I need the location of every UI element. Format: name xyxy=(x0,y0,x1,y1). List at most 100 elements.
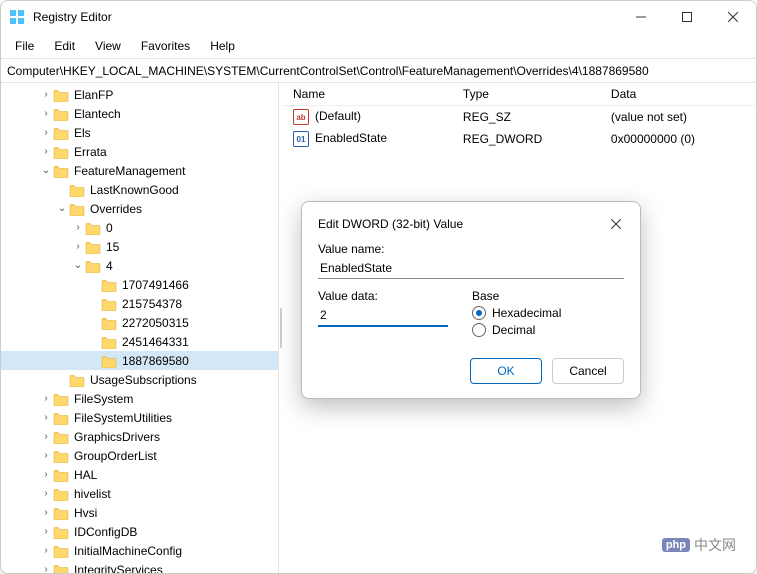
menu-view[interactable]: View xyxy=(87,36,129,56)
chevron-right-icon[interactable]: › xyxy=(71,222,85,233)
tree-item[interactable]: › FileSystem xyxy=(1,389,278,408)
chevron-right-icon[interactable]: › xyxy=(39,89,53,100)
tree-item[interactable]: › IDConfigDB xyxy=(1,522,278,541)
chevron-right-icon[interactable]: › xyxy=(39,412,53,423)
chevron-down-icon[interactable]: ⌄ xyxy=(55,203,69,214)
tree-item[interactable]: ·2451464331 xyxy=(1,332,278,351)
tree-item[interactable]: ›GraphicsDrivers xyxy=(1,427,278,446)
folder-icon xyxy=(53,468,69,482)
tree-item-label: FileSystem xyxy=(72,392,133,406)
tree-item[interactable]: › Els xyxy=(1,123,278,142)
app-icon xyxy=(9,9,25,25)
tree-item[interactable]: ·UsageSubscriptions xyxy=(1,370,278,389)
tree-item[interactable]: ›0 xyxy=(1,218,278,237)
tree-item[interactable]: ·LastKnownGood xyxy=(1,180,278,199)
folder-icon xyxy=(53,449,69,463)
tree-item[interactable]: ⌄ FeatureManagement xyxy=(1,161,278,180)
value-type: REG_DWORD xyxy=(453,128,601,150)
chevron-right-icon[interactable]: › xyxy=(39,127,53,138)
chevron-right-icon[interactable]: › xyxy=(39,431,53,442)
tree-item[interactable]: ·1707491466 xyxy=(1,275,278,294)
radio-icon xyxy=(472,306,486,320)
tree-panel[interactable]: › ElanFP › Elantech › Els ›Errata ⌄ FeatureManag… xyxy=(1,83,279,573)
tree-item-label: LastKnownGood xyxy=(88,183,179,197)
chevron-down-icon[interactable]: ⌄ xyxy=(71,260,85,271)
folder-icon xyxy=(69,183,85,197)
value-data: 0x00000000 (0) xyxy=(601,128,756,150)
menu-favorites[interactable]: Favorites xyxy=(133,36,198,56)
value-data-input[interactable] xyxy=(318,305,448,327)
tree-item[interactable]: ⌄4 xyxy=(1,256,278,275)
window-title: Registry Editor xyxy=(33,10,618,24)
tree-item[interactable]: ·1887869580 xyxy=(1,351,278,370)
tree-item-label: 2272050315 xyxy=(120,316,189,330)
address-text: Computer\HKEY_LOCAL_MACHINE\SYSTEM\Curre… xyxy=(7,64,649,78)
tree-item[interactable]: › GroupOrderList xyxy=(1,446,278,465)
cancel-button[interactable]: Cancel xyxy=(552,358,624,384)
chevron-right-icon[interactable]: › xyxy=(39,450,53,461)
radio-decimal[interactable]: Decimal xyxy=(472,323,561,337)
chevron-right-icon[interactable]: › xyxy=(39,526,53,537)
tree-item[interactable]: ›HAL xyxy=(1,465,278,484)
chevron-right-icon[interactable]: › xyxy=(39,469,53,480)
col-name[interactable]: Name xyxy=(283,83,453,106)
folder-icon xyxy=(101,335,117,349)
tree-item-label: 4 xyxy=(104,259,113,273)
tree-item-label: GroupOrderList xyxy=(72,449,157,463)
tree-item[interactable]: ›Errata xyxy=(1,142,278,161)
close-button[interactable] xyxy=(710,1,756,33)
dialog-close-button[interactable] xyxy=(608,216,624,232)
menu-bar: File Edit View Favorites Help xyxy=(1,33,756,59)
value-row[interactable]: ab(Default)REG_SZ(value not set) xyxy=(283,106,756,129)
folder-icon xyxy=(53,525,69,539)
edit-dword-dialog: Edit DWORD (32-bit) Value Value name: Va… xyxy=(301,201,641,399)
tree-item[interactable]: ·215754378 xyxy=(1,294,278,313)
menu-help[interactable]: Help xyxy=(202,36,243,56)
tree-item-label: Elantech xyxy=(72,107,121,121)
menu-file[interactable]: File xyxy=(7,36,42,56)
tree-item-label: 0 xyxy=(104,221,113,235)
tree-item-label: IDConfigDB xyxy=(72,525,137,539)
tree-item-label: FeatureManagement xyxy=(72,164,185,178)
folder-icon xyxy=(53,164,69,178)
tree-item-label: Hvsi xyxy=(72,506,97,520)
tree-item[interactable]: › Elantech xyxy=(1,104,278,123)
radio-hexadecimal[interactable]: Hexadecimal xyxy=(472,306,561,320)
col-data[interactable]: Data xyxy=(601,83,756,106)
tree-item[interactable]: ›hivelist xyxy=(1,484,278,503)
value-name: EnabledState xyxy=(315,131,387,145)
hex-label: Hexadecimal xyxy=(492,306,561,320)
tree-item[interactable]: ›FileSystemUtilities xyxy=(1,408,278,427)
chevron-right-icon[interactable]: › xyxy=(39,393,53,404)
chevron-right-icon[interactable]: › xyxy=(39,507,53,518)
maximize-button[interactable] xyxy=(664,1,710,33)
chevron-right-icon[interactable]: › xyxy=(71,241,85,252)
address-bar[interactable]: Computer\HKEY_LOCAL_MACHINE\SYSTEM\Curre… xyxy=(1,59,756,83)
ok-button[interactable]: OK xyxy=(470,358,542,384)
folder-icon xyxy=(69,373,85,387)
chevron-right-icon[interactable]: › xyxy=(39,564,53,573)
dialog-title: Edit DWORD (32-bit) Value xyxy=(318,217,608,231)
tree-item[interactable]: ›IntegrityServices xyxy=(1,560,278,573)
value-name-input[interactable] xyxy=(318,258,624,279)
tree-item-label: Els xyxy=(72,126,91,140)
chevron-right-icon[interactable]: › xyxy=(39,146,53,157)
col-type[interactable]: Type xyxy=(453,83,601,106)
tree-item-label: ElanFP xyxy=(72,88,113,102)
folder-icon xyxy=(53,88,69,102)
chevron-right-icon[interactable]: › xyxy=(39,488,53,499)
minimize-button[interactable] xyxy=(618,1,664,33)
chevron-right-icon[interactable]: › xyxy=(39,108,53,119)
tree-item[interactable]: › Hvsi xyxy=(1,503,278,522)
tree-item[interactable]: ⌄Overrides xyxy=(1,199,278,218)
tree-item[interactable]: ›15 xyxy=(1,237,278,256)
menu-edit[interactable]: Edit xyxy=(46,36,83,56)
tree-item[interactable]: ·2272050315 xyxy=(1,313,278,332)
folder-icon xyxy=(53,145,69,159)
chevron-down-icon[interactable]: ⌄ xyxy=(39,165,53,176)
tree-item[interactable]: ›InitialMachineConfig xyxy=(1,541,278,560)
folder-icon xyxy=(53,506,69,520)
value-row[interactable]: 01EnabledStateREG_DWORD0x00000000 (0) xyxy=(283,128,756,150)
tree-item[interactable]: › ElanFP xyxy=(1,85,278,104)
chevron-right-icon[interactable]: › xyxy=(39,545,53,556)
